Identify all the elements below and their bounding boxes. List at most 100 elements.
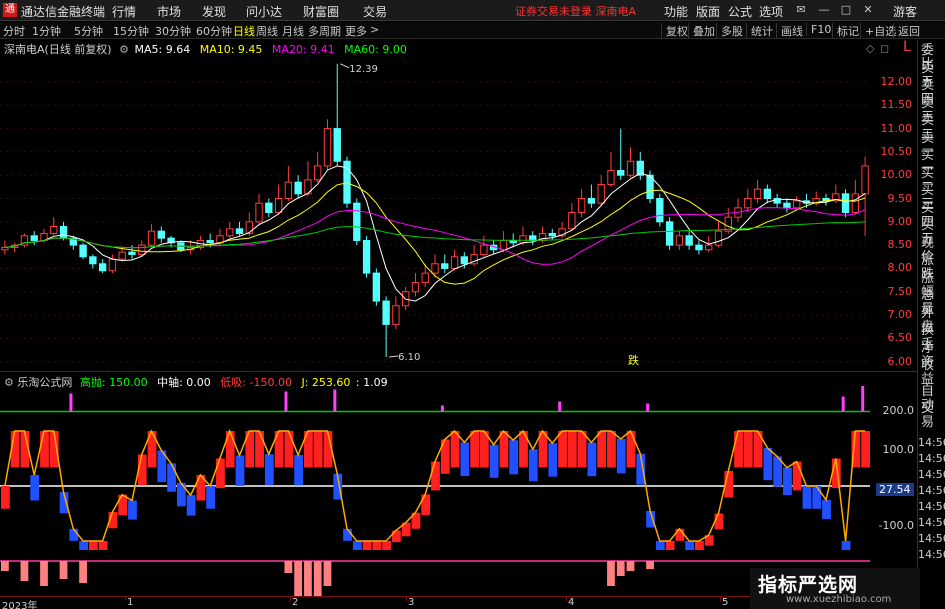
guest-label[interactable]: 游客 (893, 3, 917, 20)
oscillator-bar (665, 541, 675, 550)
oscillator-bar (743, 431, 753, 468)
period-monthly[interactable]: 月线 (282, 23, 304, 39)
menu-function[interactable]: 功能 (664, 3, 688, 20)
high-signal-bar (861, 386, 865, 412)
adjust-button[interactable]: 复权 (661, 23, 688, 39)
chevron-right-icon[interactable]: > (370, 23, 379, 36)
login-notice[interactable]: 证券交易未登录 深南电A (515, 3, 636, 19)
period-weekly[interactable]: 周线 (256, 23, 278, 39)
candle-body (744, 198, 752, 209)
mail-icon[interactable]: ✉ (793, 2, 809, 18)
period-5min[interactable]: 5分钟 (74, 23, 103, 39)
oscillator-bar (763, 447, 773, 481)
candle-body (460, 256, 469, 265)
trade-time: 14:56 (918, 468, 945, 481)
indicator-chart[interactable] (0, 386, 880, 596)
oscillator-bar (450, 431, 460, 468)
candle-body (763, 188, 772, 200)
f10-button[interactable]: F10 (806, 23, 831, 36)
period-timeshare[interactable]: 分时 (3, 23, 25, 39)
high-signal-bar (440, 405, 444, 412)
period-60min[interactable]: 60分钟 (196, 23, 232, 39)
oscillator-bar (626, 431, 636, 468)
candle-body (108, 258, 117, 272)
menu-layout[interactable]: 版面 (696, 3, 720, 20)
candle-body (274, 198, 283, 214)
minimize-icon[interactable]: — (816, 2, 832, 18)
menu-options[interactable]: 选项 (759, 3, 783, 20)
period-daily[interactable]: 日线 (233, 23, 255, 39)
candle-body (665, 221, 674, 246)
oscillator-bar (528, 449, 538, 482)
maximize-icon[interactable]: □ (838, 2, 854, 18)
oscillator-bar (235, 455, 245, 486)
menu-discover[interactable]: 发现 (202, 3, 226, 20)
oscillator-bar (783, 467, 792, 495)
panel-divider (0, 371, 917, 372)
candle-body (226, 228, 234, 237)
period-30min[interactable]: 30分钟 (155, 23, 191, 39)
oscillator-bar (685, 541, 695, 550)
candle-body (441, 263, 449, 269)
date-label-feb: 2 (292, 597, 299, 608)
menu-ask-xiaoda[interactable]: 问小达 (246, 3, 282, 20)
menu-wealth-circle[interactable]: 财富圈 (303, 3, 339, 20)
date-label-mar: 3 (408, 597, 415, 608)
period-15min[interactable]: 15分钟 (113, 23, 149, 39)
back-button[interactable]: 返回 (893, 23, 920, 39)
oscillator-bar (98, 541, 108, 550)
oscillator-bar (352, 541, 362, 550)
high-signal-bar (558, 401, 562, 412)
low-signal-bar (607, 561, 615, 586)
candle-body (79, 244, 87, 258)
trade-time: 14:56 (918, 484, 945, 497)
multi-stock-button[interactable]: 多股 (716, 23, 743, 39)
candle-body (607, 170, 615, 186)
period-1min[interactable]: 1分钟 (32, 23, 61, 39)
candle-body (861, 165, 869, 195)
oscillator-bar (216, 458, 225, 489)
candle-body (431, 263, 439, 274)
add-watchlist-button[interactable]: +自选 (860, 23, 896, 39)
period-multi[interactable]: 多周期 (308, 23, 341, 39)
candle-body (89, 256, 97, 265)
overlay-button[interactable]: 叠加 (688, 23, 715, 39)
menu-market[interactable]: 市场 (157, 3, 181, 20)
high-signal-bar (841, 396, 845, 412)
draw-line-button[interactable]: 画线 (776, 23, 803, 39)
quote-field-20[interactable]: 交易 (921, 402, 945, 430)
oscillator-bar (509, 440, 519, 475)
trade-time: 14:56 (918, 500, 945, 513)
ma-line-0 (4, 165, 866, 302)
oscillator-bar (587, 442, 597, 477)
low-signal-bar (323, 561, 332, 586)
candle-body (714, 230, 723, 246)
menu-market-quotes[interactable]: 行情 (112, 3, 136, 20)
app-logo: 通 (3, 3, 17, 17)
low-arrow (389, 355, 399, 358)
candle-body (577, 198, 586, 214)
period-more[interactable]: 更多 (345, 23, 367, 39)
oscillator-bar (88, 541, 98, 550)
candle-body (499, 239, 508, 251)
oscillator-bar (255, 431, 264, 468)
trade-time: 14:56 (918, 532, 945, 545)
date-label-may: 5 (722, 597, 729, 608)
quote-field-18[interactable]: 收益 (921, 359, 945, 387)
oscillator-bar (734, 431, 743, 468)
menu-trade[interactable]: 交易 (363, 3, 387, 20)
statistics-button[interactable]: 统计 (746, 23, 773, 39)
close-icon[interactable]: ✕ (860, 2, 876, 18)
oscillator-bar (577, 431, 587, 468)
mark-button[interactable]: 标记 (832, 23, 859, 39)
candle-body (392, 305, 400, 325)
high-signal-bar (646, 403, 650, 412)
menu-formula[interactable]: 公式 (728, 3, 752, 20)
price-tick: 7.00 (887, 308, 913, 322)
candle-body (421, 272, 429, 283)
candlestick-chart[interactable]: 12.39 6.10 跌 (0, 54, 880, 371)
oscillator-bar (616, 438, 626, 474)
oscillator-bar (714, 513, 724, 530)
low-signal-bar (284, 561, 293, 573)
candle-body (509, 239, 517, 244)
